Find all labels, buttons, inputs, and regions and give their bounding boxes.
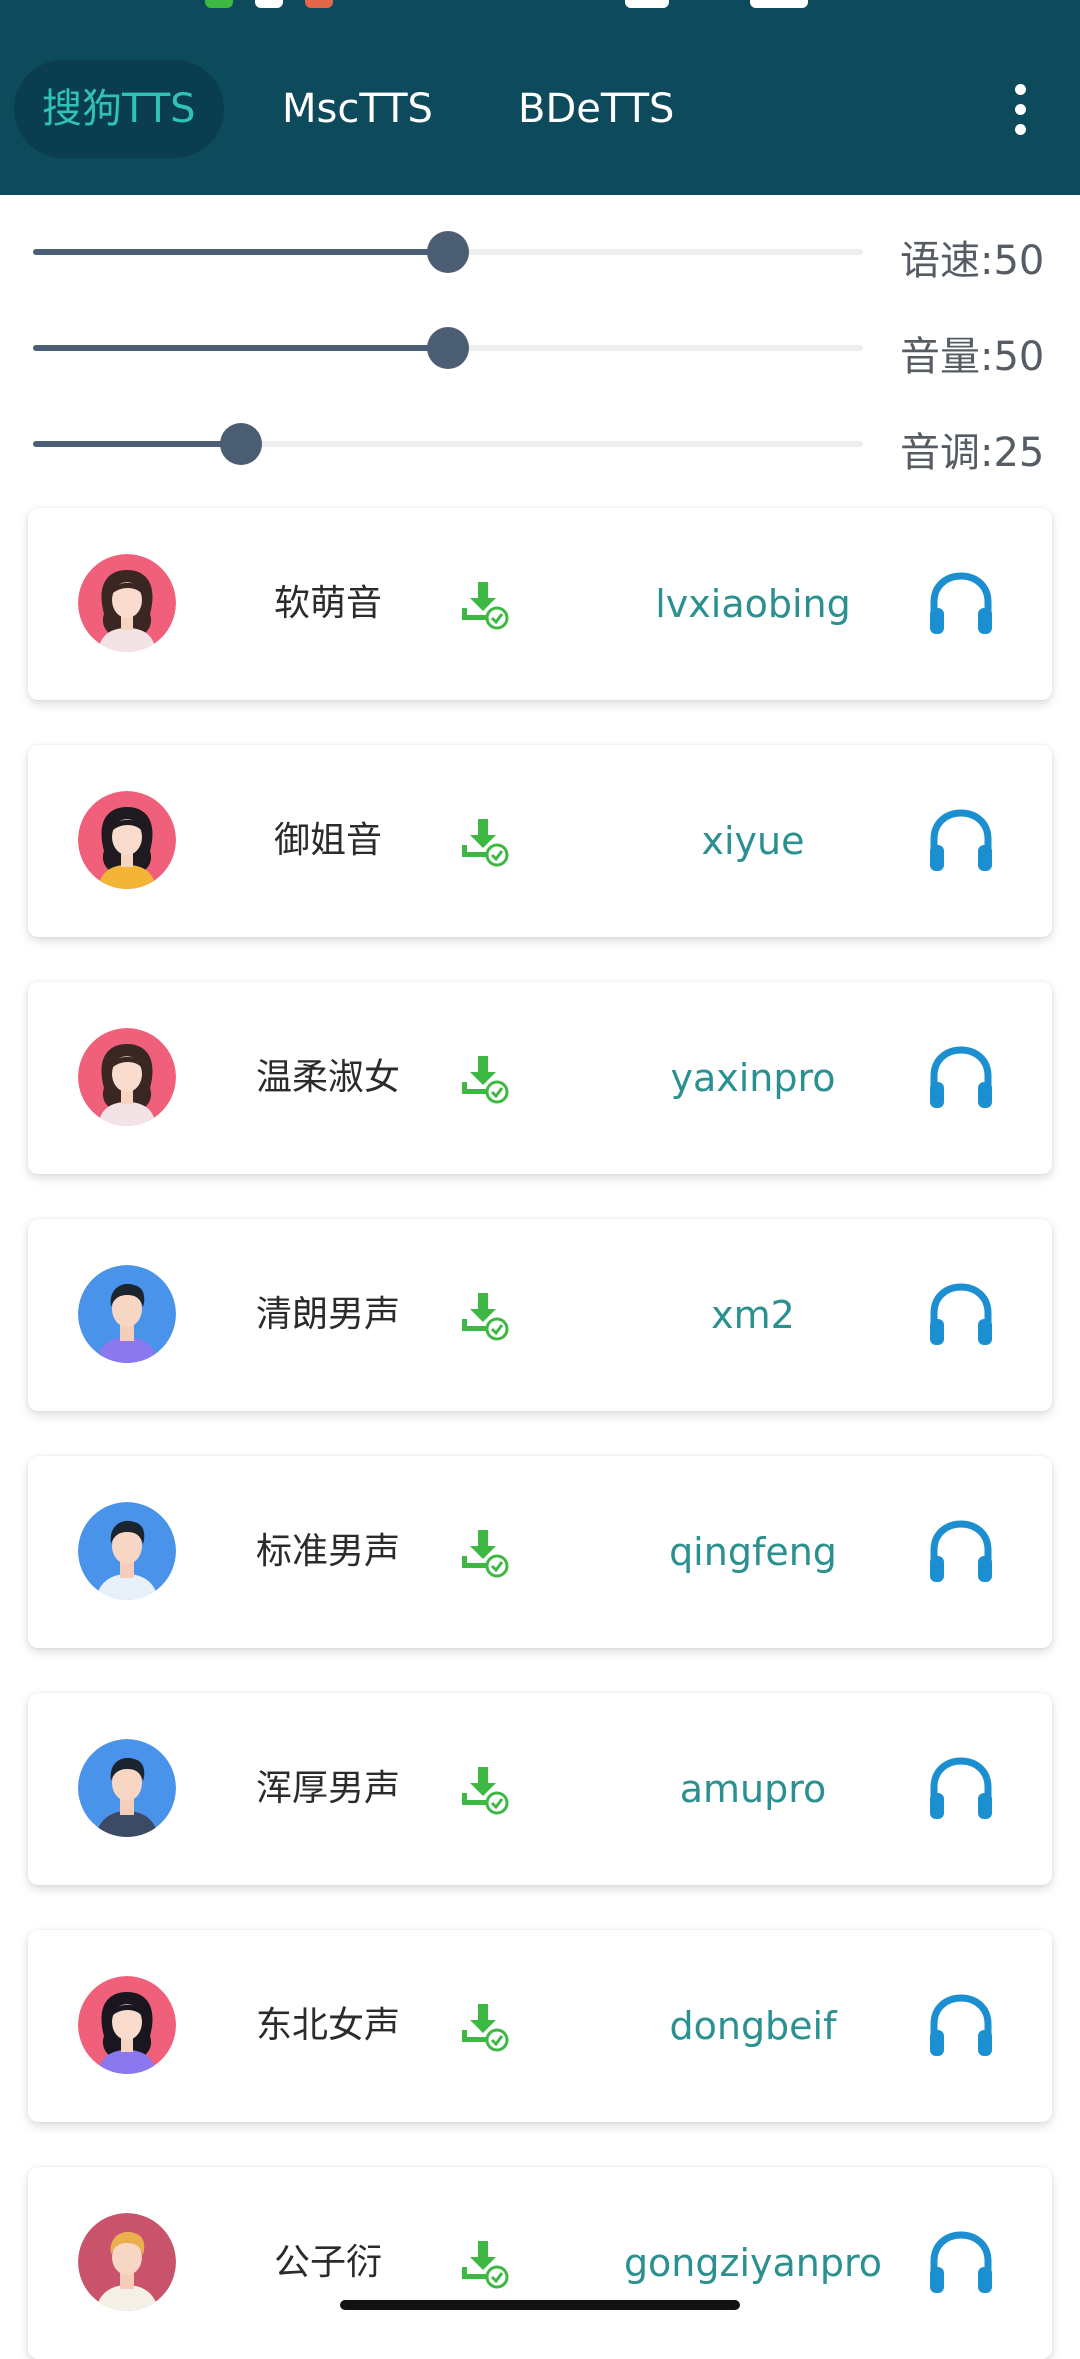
voice-id: amupro (679, 1767, 827, 1811)
headphones-icon[interactable] (928, 1046, 994, 1110)
status-icon (255, 0, 283, 8)
voice-name: 东北女声 (255, 2005, 400, 2046)
voice-name: 清朗男声 (255, 1294, 400, 1335)
tab-bde-tts[interactable]: BDeTTS (518, 60, 674, 158)
voice-id: xm2 (711, 1293, 795, 1337)
voice-name: 御姐音 (273, 820, 382, 861)
voice-name: 浑厚男声 (255, 1768, 400, 1809)
voice-avatar (78, 1265, 176, 1363)
download-check-icon[interactable] (458, 1528, 510, 1578)
voice-name: 公子衍 (273, 2242, 382, 2283)
voice-name: 标准男声 (255, 1531, 400, 1572)
voice-name: 温柔淑女 (255, 1057, 400, 1098)
voice-id: yaxinpro (670, 1056, 836, 1100)
voice-id: xiyue (701, 819, 805, 863)
download-check-icon[interactable] (458, 2002, 510, 2052)
voice-id: qingfeng (669, 1530, 837, 1574)
download-check-icon[interactable] (458, 580, 510, 630)
voice-name: 软萌音 (273, 583, 382, 624)
slider-thumb[interactable] (427, 231, 469, 273)
headphones-icon[interactable] (928, 2231, 994, 2295)
download-check-icon[interactable] (458, 1291, 510, 1341)
download-check-icon[interactable] (458, 1054, 510, 1104)
voice-card[interactable]: 东北女声 dongbeif (28, 1930, 1052, 2122)
voice-card[interactable]: 清朗男声 xm2 (28, 1219, 1052, 1411)
download-check-icon[interactable] (458, 817, 510, 867)
slider-volume: 音量:50 (0, 312, 1080, 382)
status-bar (0, 0, 1080, 14)
slider-speed: 语速:50 (0, 216, 1080, 286)
slider-track[interactable] (33, 231, 863, 273)
voice-avatar (78, 1028, 176, 1126)
headphones-icon[interactable] (928, 1283, 994, 1347)
voice-avatar (78, 1976, 176, 2074)
status-icon (305, 0, 333, 8)
slider-fill (33, 345, 448, 351)
overflow-menu-button[interactable] (1000, 82, 1040, 138)
voice-id: gongziyanpro (623, 2241, 883, 2285)
download-check-icon[interactable] (458, 2239, 510, 2289)
download-check-icon[interactable] (458, 1765, 510, 1815)
slider-label: 音量:50 (900, 334, 1045, 380)
slider-track[interactable] (33, 327, 863, 369)
app-header: 搜狗TTS MscTTS BDeTTS (0, 0, 1080, 195)
signal-icon (625, 0, 669, 8)
tab-sogou-tts[interactable]: 搜狗TTS (14, 60, 224, 158)
more-vertical-icon (1015, 104, 1026, 115)
voice-avatar (78, 791, 176, 889)
status-icon (205, 0, 233, 8)
more-vertical-icon (1015, 124, 1026, 135)
headphones-icon[interactable] (928, 1520, 994, 1584)
headphones-icon[interactable] (928, 1757, 994, 1821)
voice-card[interactable]: 温柔淑女 yaxinpro (28, 982, 1052, 1174)
slider-thumb[interactable] (427, 327, 469, 369)
headphones-icon[interactable] (928, 572, 994, 636)
slider-fill (33, 441, 241, 447)
voice-id: dongbeif (669, 2004, 837, 2048)
slider-label: 音调:25 (900, 430, 1045, 476)
voice-card[interactable]: 公子衍 gongziyanpro (28, 2167, 1052, 2359)
voice-card[interactable]: 标准男声 qingfeng (28, 1456, 1052, 1648)
voice-avatar (78, 1739, 176, 1837)
battery-icon (750, 0, 808, 8)
home-indicator[interactable] (340, 2300, 740, 2310)
voice-card[interactable]: 软萌音 lvxiaobing (28, 508, 1052, 700)
tab-bar: 搜狗TTS MscTTS BDeTTS (0, 60, 1000, 158)
headphones-icon[interactable] (928, 1994, 994, 2058)
voice-card[interactable]: 御姐音 xiyue (28, 745, 1052, 937)
slider-pitch: 音调:25 (0, 408, 1080, 478)
slider-label: 语速:50 (900, 238, 1045, 284)
voice-avatar (78, 1502, 176, 1600)
slider-thumb[interactable] (219, 423, 262, 465)
tab-msc-tts[interactable]: MscTTS (282, 60, 433, 158)
more-vertical-icon (1015, 84, 1026, 95)
slider-fill (33, 249, 448, 255)
voice-id: lvxiaobing (655, 582, 851, 626)
headphones-icon[interactable] (928, 809, 994, 873)
voice-avatar (78, 554, 176, 652)
voice-card[interactable]: 浑厚男声 amupro (28, 1693, 1052, 1885)
voice-avatar (78, 2213, 176, 2311)
slider-track[interactable] (33, 423, 863, 465)
